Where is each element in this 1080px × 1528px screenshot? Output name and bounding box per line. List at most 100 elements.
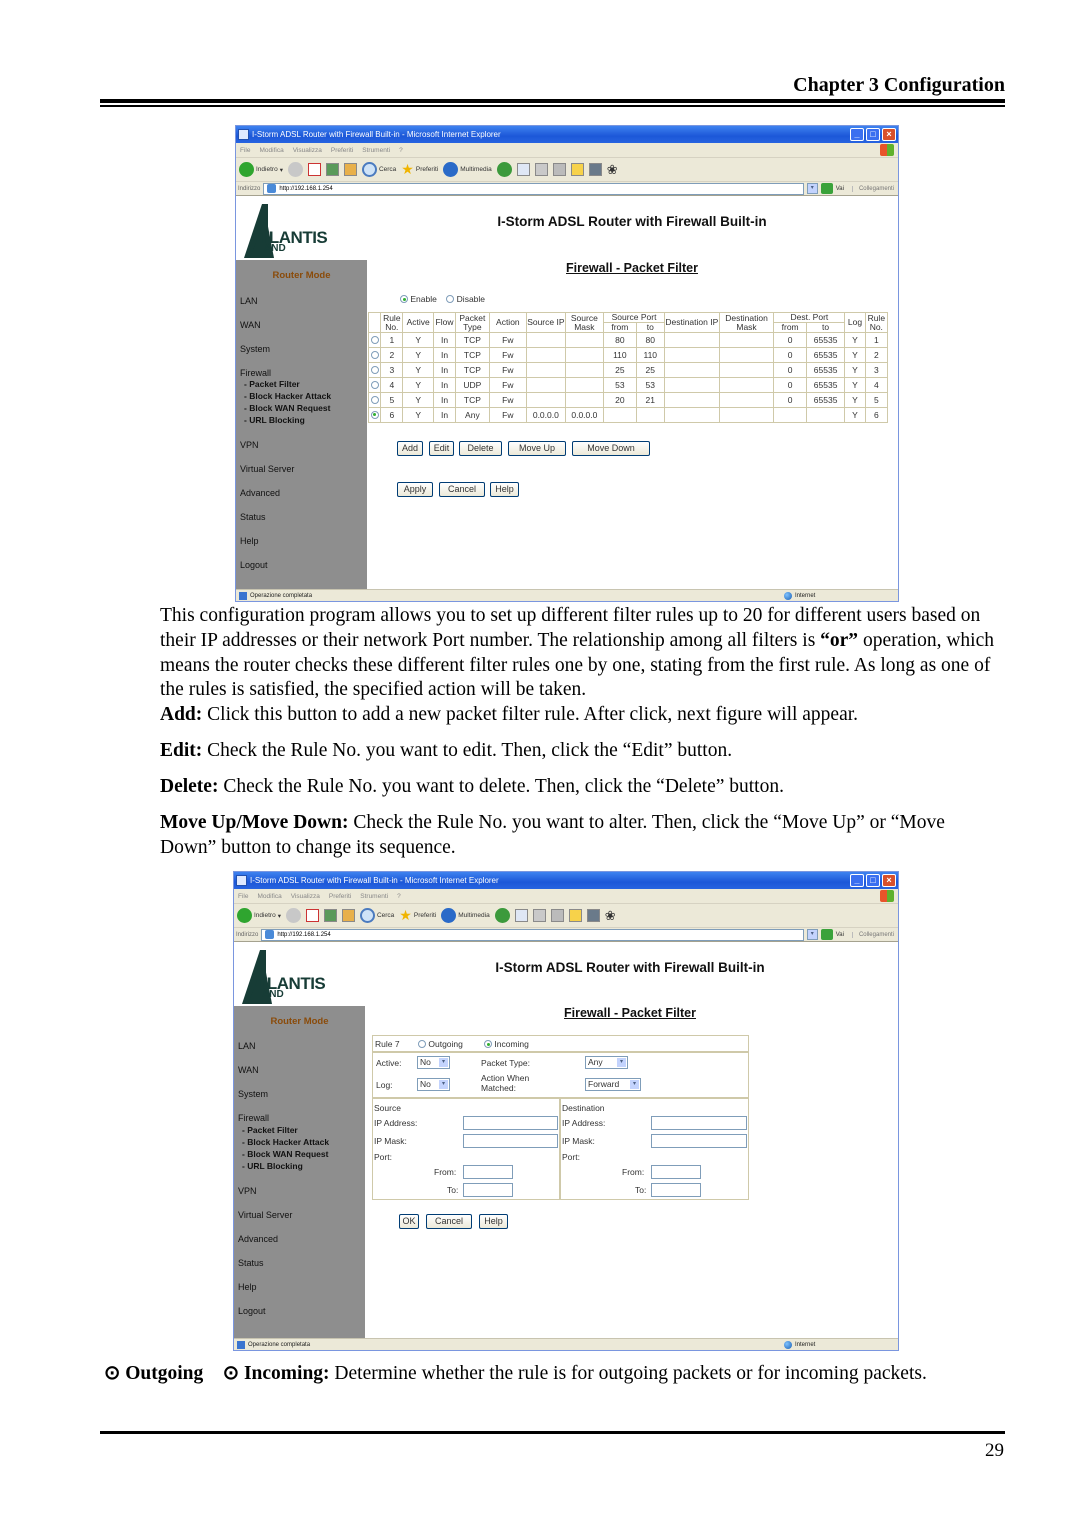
sidebar-item-virtual-server[interactable]: Virtual Server — [240, 464, 294, 474]
close-button[interactable]: × — [882, 874, 896, 887]
sidebar-item-lan[interactable]: LAN — [238, 1041, 256, 1051]
mail-icon[interactable] — [514, 909, 528, 922]
address-dropdown-icon[interactable]: ▾ — [806, 183, 818, 194]
sidebar-item-help[interactable]: Help — [238, 1282, 257, 1292]
notes-icon[interactable] — [570, 163, 584, 176]
sidebar-subitem-packet-filter[interactable]: - Packet Filter — [242, 1124, 298, 1136]
sidebar-item-logout[interactable]: Logout — [240, 560, 268, 570]
home-icon[interactable] — [343, 163, 357, 176]
sidebar-subitem-block-wan-request[interactable]: - Block WAN Request — [244, 402, 330, 414]
menu-file[interactable]: File — [240, 147, 250, 154]
menu-preferiti[interactable]: Preferiti — [331, 147, 353, 154]
history-icon[interactable] — [494, 908, 510, 923]
sidebar-item-wan[interactable]: WAN — [238, 1065, 259, 1075]
mail-icon[interactable] — [516, 163, 530, 176]
dest-mask-input[interactable] — [651, 1134, 747, 1148]
sidebar-item-help[interactable]: Help — [240, 536, 259, 546]
incoming-radio[interactable]: Incoming — [484, 1039, 529, 1049]
outgoing-radio[interactable]: Outgoing — [418, 1039, 463, 1049]
sidebar-item-lan[interactable]: LAN — [240, 296, 258, 306]
back-button[interactable]: Indietro ▾ — [237, 908, 281, 923]
address-input[interactable]: http://192.168.1.254 — [263, 182, 804, 195]
source-mask-input[interactable] — [463, 1134, 558, 1148]
active-select[interactable]: No ▾ — [417, 1056, 450, 1069]
apply-button[interactable]: Apply — [397, 482, 433, 497]
minimize-button[interactable]: _ — [850, 128, 864, 141]
sidebar-item-status[interactable]: Status — [238, 1258, 264, 1268]
address-input[interactable]: http://192.168.1.254 — [261, 928, 804, 941]
maximize-button[interactable]: □ — [866, 128, 880, 141]
sidebar-item-logout[interactable]: Logout — [238, 1306, 266, 1316]
cancel-button[interactable]: Cancel — [439, 482, 485, 497]
sidebar-item-vpn[interactable]: VPN — [240, 440, 259, 450]
forward-button[interactable] — [287, 162, 303, 177]
print-icon[interactable] — [534, 163, 548, 176]
sidebar-item-firewall[interactable]: Firewall — [238, 1113, 269, 1123]
cancel-button[interactable]: Cancel — [426, 1214, 472, 1229]
sidebar-item-virtual-server[interactable]: Virtual Server — [238, 1210, 292, 1220]
sidebar-subitem-url-blocking[interactable]: - URL Blocking — [242, 1160, 303, 1172]
go-button[interactable]: Vai — [836, 186, 844, 192]
rule-select-radio[interactable] — [367, 332, 382, 348]
media-button[interactable]: Multimedia — [443, 162, 492, 177]
history-icon[interactable] — [496, 162, 512, 177]
edit-icon[interactable] — [552, 163, 566, 176]
sidebar-subitem-packet-filter[interactable]: - Packet Filter — [244, 378, 300, 390]
edit-icon[interactable] — [550, 909, 564, 922]
maximize-button[interactable]: □ — [866, 874, 880, 887]
packet-type-select[interactable]: Any ▾ — [585, 1056, 628, 1069]
stop-icon[interactable] — [305, 909, 319, 922]
sidebar-subitem-url-blocking[interactable]: - URL Blocking — [244, 414, 305, 426]
sidebar-item-advanced[interactable]: Advanced — [238, 1234, 278, 1244]
sidebar-item-wan[interactable]: WAN — [240, 320, 261, 330]
rule-select-radio[interactable] — [367, 347, 382, 363]
sidebar-item-system[interactable]: System — [238, 1089, 268, 1099]
rule-select-radio[interactable] — [367, 407, 382, 423]
rule-select-radio[interactable] — [367, 362, 382, 378]
favorites-button[interactable]: ★ Preferiti — [399, 907, 436, 924]
go-arrow-icon[interactable] — [820, 183, 833, 194]
sidebar-item-vpn[interactable]: VPN — [238, 1186, 257, 1196]
refresh-icon[interactable] — [323, 909, 337, 922]
flower-icon[interactable]: ❀ — [607, 162, 618, 178]
menu-help[interactable]: ? — [399, 147, 403, 154]
refresh-icon[interactable] — [325, 163, 339, 176]
search-button[interactable]: Cerca — [361, 162, 396, 177]
links-button[interactable]: Collegamenti — [851, 185, 894, 192]
edit-button[interactable]: Edit — [429, 441, 454, 456]
print-icon[interactable] — [532, 909, 546, 922]
favorites-button[interactable]: ★ Preferiti — [401, 161, 438, 178]
dest-port-from-input[interactable] — [651, 1165, 701, 1179]
help-button[interactable]: Help — [479, 1214, 508, 1229]
minimize-button[interactable]: _ — [850, 874, 864, 887]
messenger-icon[interactable] — [588, 163, 602, 176]
source-ip-input[interactable] — [463, 1116, 558, 1130]
rule-select-radio[interactable] — [367, 377, 382, 393]
sidebar-item-firewall[interactable]: Firewall — [240, 368, 271, 378]
menu-strumenti[interactable]: Strumenti — [362, 147, 390, 154]
dest-port-to-input[interactable] — [651, 1183, 701, 1197]
go-arrow-icon[interactable] — [820, 929, 833, 940]
action-select[interactable]: Forward ▾ — [585, 1078, 641, 1091]
sidebar-subitem-block-hacker-attack[interactable]: - Block Hacker Attack — [242, 1136, 329, 1148]
menu-visualizza[interactable]: Visualizza — [293, 147, 322, 154]
back-button[interactable]: Indietro ▾ — [239, 162, 283, 177]
menu-help[interactable]: ? — [397, 893, 401, 900]
menu-strumenti[interactable]: Strumenti — [360, 893, 388, 900]
source-port-to-input[interactable] — [463, 1183, 513, 1197]
menu-preferiti[interactable]: Preferiti — [329, 893, 351, 900]
move-up-button[interactable]: Move Up — [508, 441, 566, 456]
add-button[interactable]: Add — [397, 441, 423, 456]
sidebar-item-advanced[interactable]: Advanced — [240, 488, 280, 498]
ok-button[interactable]: OK — [399, 1214, 419, 1229]
rule-select-radio[interactable] — [367, 392, 382, 408]
stop-icon[interactable] — [307, 163, 321, 176]
menu-file[interactable]: File — [238, 893, 248, 900]
sidebar-item-system[interactable]: System — [240, 344, 270, 354]
search-button[interactable]: Cerca — [359, 908, 394, 923]
sidebar-item-status[interactable]: Status — [240, 512, 266, 522]
log-select[interactable]: No ▾ — [417, 1078, 450, 1091]
messenger-icon[interactable] — [586, 909, 600, 922]
close-button[interactable]: × — [882, 128, 896, 141]
move-down-button[interactable]: Move Down — [572, 441, 650, 456]
